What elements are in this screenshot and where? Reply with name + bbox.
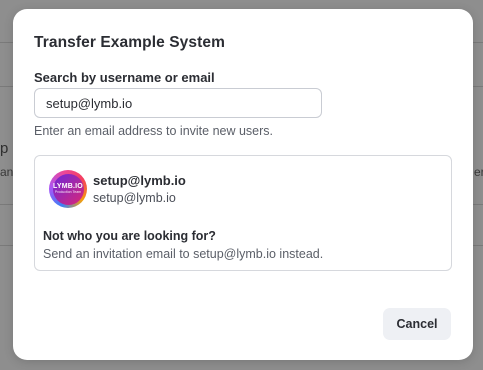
not-found-title: Not who you are looking for? xyxy=(43,229,216,243)
user-name: setup@lymb.io xyxy=(93,172,186,188)
user-result-item[interactable]: LYMB.IO Production Team setup@lymb.io se… xyxy=(49,170,186,208)
lymb-logo-icon: LYMB.IO Production Team xyxy=(52,173,84,205)
user-email: setup@lymb.io xyxy=(93,190,176,205)
avatar-sub-text: Production Team xyxy=(54,190,82,195)
search-helper-text: Enter an email address to invite new use… xyxy=(34,124,274,138)
search-label: Search by username or email xyxy=(34,70,215,85)
cancel-button[interactable]: Cancel xyxy=(383,308,451,340)
background-title-fragment: p xyxy=(0,140,9,157)
send-invitation-link[interactable]: Send an invitation email to setup@lymb.i… xyxy=(43,247,323,261)
avatar-logo-text: LYMB.IO xyxy=(53,183,83,191)
search-result-card: LYMB.IO Production Team setup@lymb.io se… xyxy=(34,155,452,271)
avatar: LYMB.IO Production Team xyxy=(49,170,87,208)
search-input[interactable] xyxy=(34,88,322,118)
dialog-title: Transfer Example System xyxy=(34,34,225,51)
background-right-fragment: er xyxy=(474,165,483,179)
transfer-dialog: Transfer Example System Search by userna… xyxy=(13,9,473,360)
user-info: setup@lymb.io setup@lymb.io xyxy=(93,172,186,207)
